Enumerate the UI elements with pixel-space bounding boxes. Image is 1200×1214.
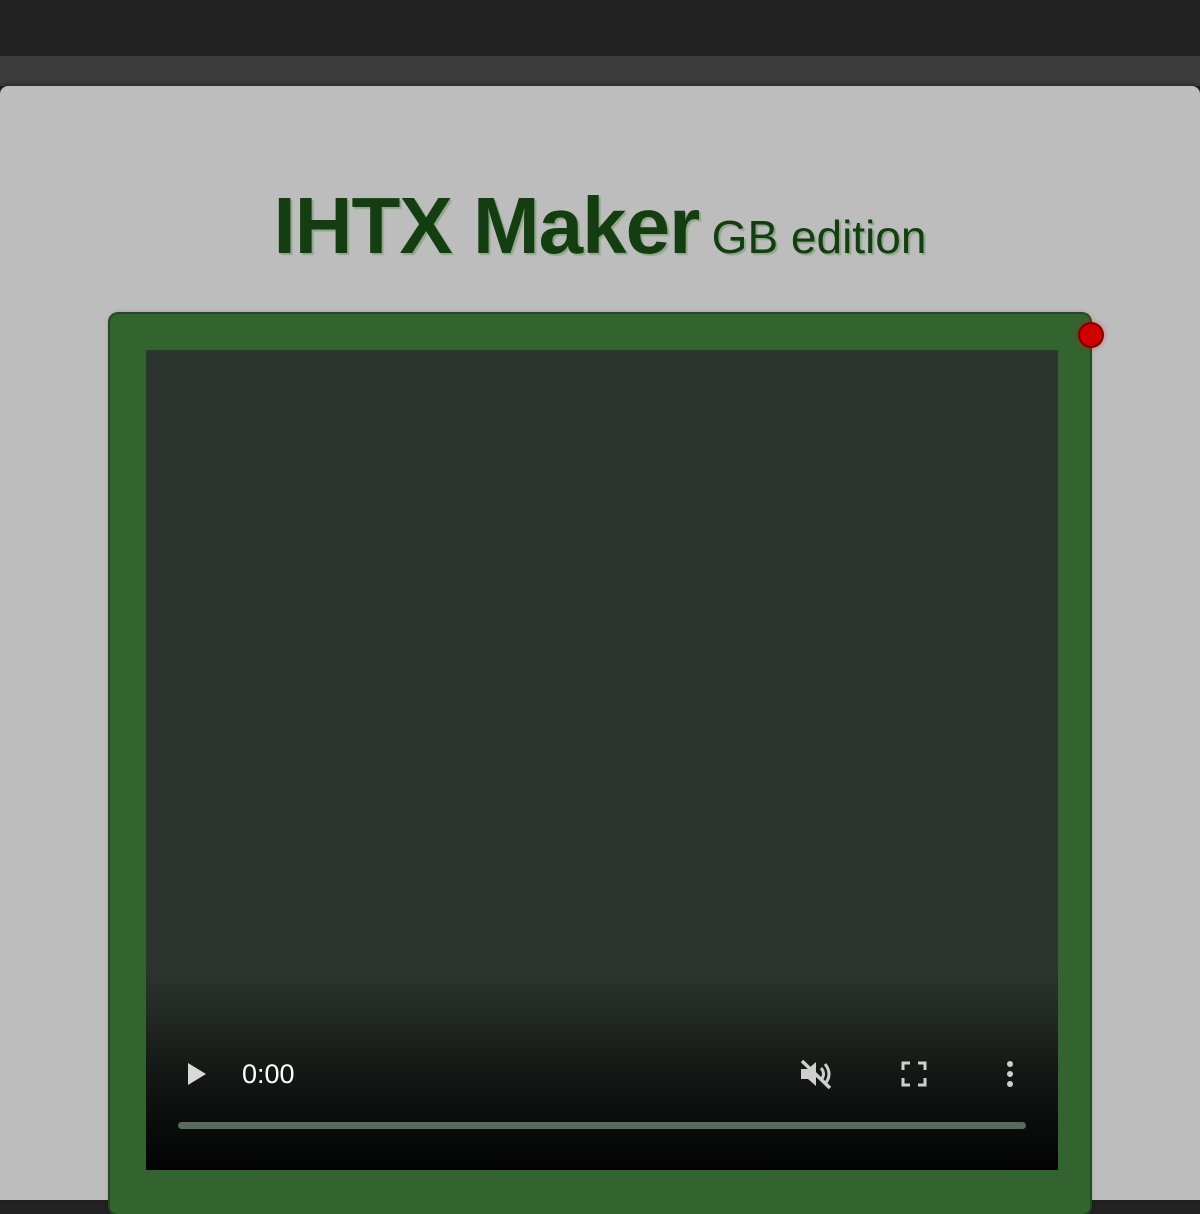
volume-muted-icon	[800, 1059, 832, 1090]
page-title: IHTX Maker GB edition	[0, 180, 1200, 272]
more-options-button[interactable]	[992, 1056, 1028, 1092]
more-vertical-icon	[1007, 1061, 1013, 1087]
fullscreen-button[interactable]	[896, 1056, 932, 1092]
video-player[interactable]: 0:00	[146, 350, 1058, 1170]
current-time: 0:00	[242, 1059, 295, 1089]
browser-top-bar	[0, 0, 1200, 56]
mute-button[interactable]	[796, 1056, 836, 1092]
fullscreen-icon	[901, 1061, 927, 1087]
play-icon	[188, 1063, 206, 1085]
power-led-indicator	[1080, 324, 1102, 346]
seek-bar[interactable]	[178, 1122, 1026, 1129]
app-title: IHTX Maker	[273, 181, 701, 270]
app-subtitle: GB edition	[711, 211, 927, 263]
play-button[interactable]	[178, 1056, 214, 1092]
browser-sub-bar	[0, 56, 1200, 86]
